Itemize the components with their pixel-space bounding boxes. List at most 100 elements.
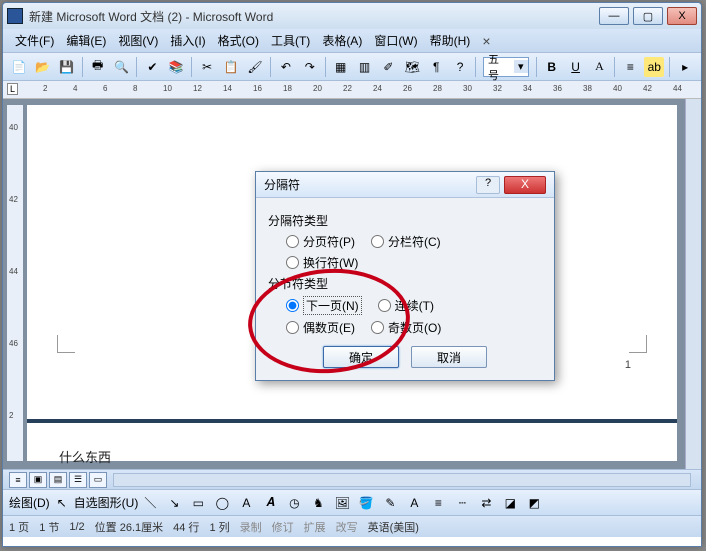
chevron-down-icon[interactable]: ▾ [514,60,528,73]
clipart-icon[interactable]: ♞ [308,493,328,513]
maximize-button[interactable]: ▢ [633,7,663,25]
vertical-ruler[interactable]: 404244462 [7,105,23,461]
linecolor-icon[interactable]: ✎ [380,493,400,513]
dialog-help-button[interactable]: ? [476,176,500,194]
outline-view-icon[interactable]: ☰ [69,472,87,488]
redo-icon[interactable]: ↷ [300,57,320,77]
radio-odd-page[interactable]: 奇数页(O) [371,319,441,336]
radio-even-page[interactable]: 偶数页(E) [286,319,355,336]
autoshapes-menu[interactable]: 自选图形(U) [74,494,139,511]
doc-close-x[interactable]: × [478,33,494,49]
status-line: 44 行 [173,519,199,535]
menu-edit[interactable]: 编辑(E) [60,30,112,51]
undo-icon[interactable]: ↶ [276,57,296,77]
highlight-icon[interactable]: ab [644,57,664,77]
shadow-icon[interactable]: ◪ [500,493,520,513]
dialog-titlebar[interactable]: 分隔符 ? X [256,172,554,198]
menu-file[interactable]: 文件(F) [9,30,60,51]
close-button[interactable]: X [667,7,697,25]
save-icon[interactable]: 💾 [57,57,77,77]
status-ext[interactable]: 扩展 [304,519,326,535]
print-icon[interactable]: 🖶 [88,57,108,77]
horizontal-scrollbar[interactable] [113,473,691,487]
open-icon[interactable]: 📂 [33,57,53,77]
research-icon[interactable]: 📚 [166,57,186,77]
menu-insert[interactable]: 插入(I) [164,30,211,51]
radio-page-break[interactable]: 分页符(P) [286,233,355,250]
group-section-break: 分节符类型 [268,275,542,292]
status-lang[interactable]: 英语(美国) [368,519,419,535]
radio-column-break[interactable]: 分栏符(C) [371,233,441,250]
rect-icon[interactable]: ▭ [188,493,208,513]
fill-icon[interactable]: 🪣 [356,493,376,513]
line-icon[interactable]: ＼ [140,493,160,513]
drawing-toolbar: 绘图(D) ↖ 自选图形(U) ＼ ↘ ▭ ◯ A 𝑨 ◷ ♞ 🖼 🪣 ✎ A … [3,489,701,515]
app-window: 新建 Microsoft Word 文档 (2) - Microsoft Wor… [2,2,702,547]
diagram-icon[interactable]: ◷ [284,493,304,513]
reading-view-icon[interactable]: ▭ [89,472,107,488]
status-bar: 1 页 1 节 1/2 位置 26.1厘米 44 行 1 列 录制 修订 扩展 … [3,515,701,537]
select-icon[interactable]: ↖ [52,493,72,513]
status-col: 1 列 [209,519,229,535]
fontcolor-icon[interactable]: A [404,493,424,513]
ok-button[interactable]: 确定 [323,346,399,368]
textbox-icon[interactable]: A [236,493,256,513]
page-break-line [27,419,677,423]
radio-continuous[interactable]: 连续(T) [378,297,434,314]
menu-help[interactable]: 帮助(H) [424,30,477,51]
help-icon[interactable]: ? [450,57,470,77]
web-view-icon[interactable]: ▣ [29,472,47,488]
radio-next-page[interactable]: 下一页(N) [286,296,362,315]
window-title: 新建 Microsoft Word 文档 (2) - Microsoft Wor… [29,8,599,25]
arrow-icon[interactable]: ↘ [164,493,184,513]
dash-icon[interactable]: ┄ [452,493,472,513]
underline-button[interactable]: U [566,57,586,77]
toolbar-options-icon[interactable]: ▸ [675,57,695,77]
status-page: 1 页 [9,519,29,535]
status-ovr[interactable]: 改写 [336,519,358,535]
picture-icon[interactable]: 🖼 [332,493,352,513]
break-dialog: 分隔符 ? X 分隔符类型 分页符(P) 分栏符(C) 换行符(W) 分节符类型… [255,171,555,381]
menu-table[interactable]: 表格(A) [316,30,368,51]
table-icon[interactable]: ▦ [331,57,351,77]
menu-tools[interactable]: 工具(T) [265,30,316,51]
dialog-close-button[interactable]: X [504,176,546,194]
cancel-button[interactable]: 取消 [411,346,487,368]
drawing-icon[interactable]: ✐ [378,57,398,77]
preview-icon[interactable]: 🔍 [112,57,132,77]
cut-icon[interactable]: ✂ [197,57,217,77]
columns-icon[interactable]: ▥ [355,57,375,77]
print-view-icon[interactable]: ▤ [49,472,67,488]
draw-menu[interactable]: 绘图(D) [9,494,50,511]
status-pages: 1/2 [69,521,84,533]
standard-toolbar: 📄 📂 💾 🖶 🔍 ✔ 📚 ✂ 📋 🖌 ↶ ↷ ▦ ▥ ✐ 🗺 ¶ ? 五号 ▾… [3,53,701,81]
menu-window[interactable]: 窗口(W) [368,30,423,51]
normal-view-icon[interactable]: ≡ [9,472,27,488]
bold-button[interactable]: B [542,57,562,77]
arrowstyle-icon[interactable]: ⇄ [476,493,496,513]
wordart-icon[interactable]: 𝑨 [260,493,280,513]
vertical-scrollbar[interactable] [685,99,701,469]
menu-format[interactable]: 格式(O) [212,30,265,51]
radio-line-break[interactable]: 换行符(W) [286,254,358,271]
status-rev[interactable]: 修订 [272,519,294,535]
horizontal-ruler[interactable]: L 24681012141618202224262830323436384042… [3,81,701,99]
font-size-select[interactable]: 五号 ▾ [483,57,529,77]
format-painter-icon[interactable]: 🖌 [245,57,265,77]
minimize-button[interactable]: — [599,7,629,25]
align-justify-icon[interactable]: ≡ [620,57,640,77]
lineweight-icon[interactable]: ≡ [428,493,448,513]
new-icon[interactable]: 📄 [9,57,29,77]
3d-icon[interactable]: ◩ [524,493,544,513]
status-rec[interactable]: 录制 [240,519,262,535]
paste-icon[interactable]: 📋 [221,57,241,77]
document-text[interactable]: 什么东西 [59,447,111,466]
menu-view[interactable]: 视图(V) [112,30,164,51]
para-icon[interactable]: ¶ [426,57,446,77]
word-icon [7,8,23,24]
char-border-icon[interactable]: A [590,57,610,77]
spell-icon[interactable]: ✔ [142,57,162,77]
ruler-corner[interactable]: L [7,83,18,95]
map-icon[interactable]: 🗺 [402,57,422,77]
oval-icon[interactable]: ◯ [212,493,232,513]
